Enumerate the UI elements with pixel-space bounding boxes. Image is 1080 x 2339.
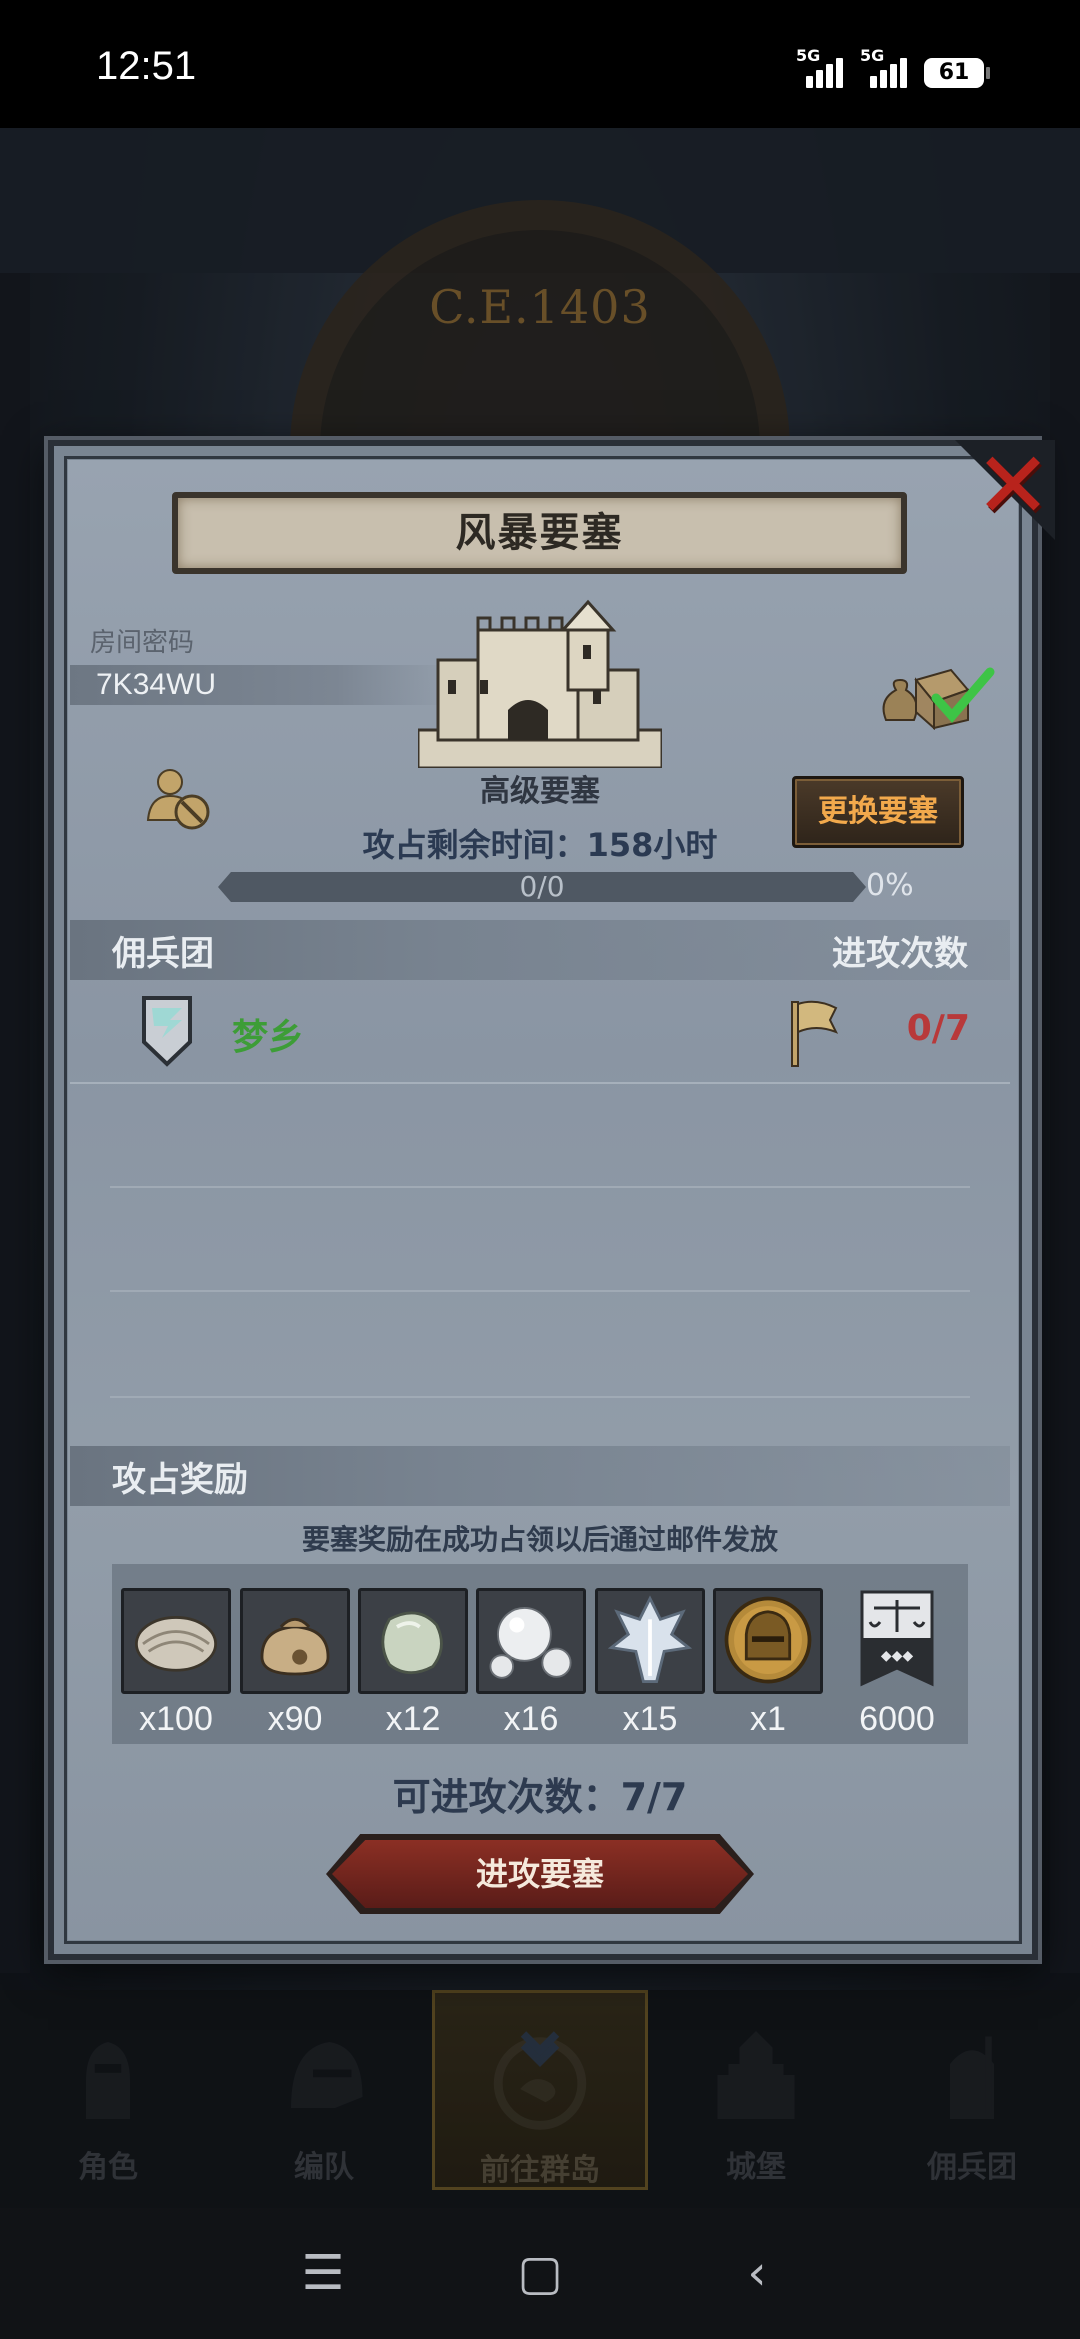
progress-percent: 0% [866, 868, 914, 903]
sack-icon [260, 1617, 330, 1676]
reward-item[interactable] [476, 1588, 586, 1694]
change-fortress-button[interactable]: 更换要塞 [792, 776, 964, 848]
home-icon[interactable]: ▢ [505, 2238, 575, 2308]
fortress-icon [418, 599, 662, 768]
available-attacks: 可进攻次数：7/7 [392, 1775, 688, 1819]
screen: 12:51 5G 5G 61 C.E.1403 角色 编队 前往群岛 城堡 佣兵… [0, 0, 1080, 2339]
change-fortress-label: 更换要塞 [818, 794, 938, 829]
network-type: 5G [796, 46, 821, 65]
reward-quantity: 6000 [859, 1700, 935, 1738]
divider [110, 1396, 970, 1398]
system-nav-bar: ☰ ▢ ‹ [0, 2208, 1080, 2339]
close-icon: ✕ [974, 432, 1052, 539]
mercenary-row[interactable]: 梦乡 0/7 [70, 990, 1010, 1084]
pearls-icon [489, 1607, 572, 1679]
divider [110, 1186, 970, 1188]
divider [110, 1290, 970, 1292]
signal-icon: 5G [860, 46, 910, 88]
reward-note: 要塞奖励在成功占领以后通过邮件发放 [301, 1523, 778, 1556]
attack-count-header: 进攻次数 [832, 934, 968, 974]
room-password-label: 房间密码 [90, 628, 195, 658]
back-icon[interactable]: ‹ [722, 2238, 792, 2308]
reward-item[interactable]: ◆◆◆ [842, 1588, 952, 1698]
reward-item[interactable] [121, 1588, 231, 1694]
mercenary-attack-count: 0/7 [906, 1008, 970, 1049]
reward-item[interactable] [358, 1588, 468, 1694]
crystal-icon [607, 1595, 693, 1683]
network-type: 5G [860, 46, 885, 65]
supplies-check-icon[interactable] [876, 650, 996, 730]
mercenary-section-header: 佣兵团 进攻次数 [70, 920, 1010, 980]
room-code[interactable]: 7K34WU [96, 668, 216, 702]
jade-stone-icon [381, 1611, 443, 1675]
mercenary-header: 佣兵团 [112, 934, 214, 974]
menu-icon[interactable]: ☰ [288, 2238, 358, 2308]
close-button[interactable]: ✕ [955, 436, 1055, 540]
guild-shield-icon [142, 996, 192, 1067]
status-icons: 5G 5G 61 [796, 46, 990, 88]
status-bar: 12:51 5G 5G 61 [0, 0, 1080, 128]
reward-section-header: 攻占奖励 [70, 1446, 1010, 1506]
oyster-icon [134, 1616, 218, 1672]
signal-icon: 5G [796, 46, 846, 88]
svg-text:◆◆◆: ◆◆◆ [881, 1648, 914, 1664]
dialog-title-plate: 风暴要塞 [172, 492, 907, 574]
reward-item[interactable] [713, 1588, 823, 1694]
flag-icon [791, 1000, 839, 1067]
attack-fortress-button[interactable]: 进攻要塞 [326, 1834, 754, 1914]
reward-item[interactable] [240, 1588, 350, 1694]
attack-fortress-label: 进攻要塞 [475, 1855, 604, 1893]
no-user-icon[interactable] [146, 766, 212, 832]
justice-banner-icon: ◆◆◆ [860, 1590, 934, 1687]
reward-quantity: x1 [750, 1700, 786, 1738]
knight-helmet-icon [724, 1596, 812, 1684]
dialog-title: 风暴要塞 [455, 510, 624, 556]
clock: 12:51 [96, 44, 197, 88]
battery-icon: 61 [924, 58, 990, 88]
reward-item[interactable] [595, 1588, 705, 1694]
progress-text: 0/0 [519, 870, 565, 903]
mercenary-name: 梦乡 [232, 1017, 305, 1058]
reward-header: 攻占奖励 [112, 1460, 248, 1500]
